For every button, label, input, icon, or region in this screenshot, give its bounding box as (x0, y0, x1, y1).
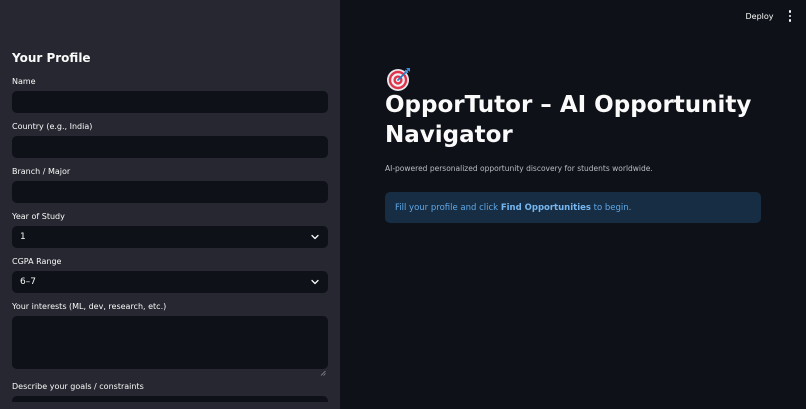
branch-input[interactable] (12, 181, 328, 203)
chevron-down-icon (310, 277, 320, 287)
info-alert: Fill your profile and click Find Opportu… (385, 192, 761, 223)
main-area: Deploy OpporTutor – AI Opportunity Navig… (340, 0, 806, 409)
info-bold: Find Opportunities (500, 202, 591, 213)
info-prefix: Fill your profile and click (395, 202, 501, 213)
field-interests: Your interests (ML, dev, research, etc.) (12, 301, 328, 376)
page-title-text: OpporTutor – AI Opportunity Navigator (385, 92, 752, 148)
resize-handle-icon[interactable] (320, 361, 326, 376)
sidebar: Your Profile Name Country (e.g., India) … (0, 0, 340, 409)
field-cgpa: CGPA Range 6–7 (12, 256, 328, 293)
field-goals: Describe your goals / constraints (12, 381, 328, 402)
field-branch: Branch / Major (12, 166, 328, 203)
field-year: Year of Study 1 (12, 211, 328, 248)
cgpa-label: CGPA Range (12, 257, 62, 266)
cgpa-select[interactable]: 6–7 (12, 271, 328, 293)
sidebar-title: Your Profile (12, 51, 91, 65)
topbar: Deploy (743, 0, 806, 32)
page-subtitle: AI-powered personalized opportunity disc… (385, 164, 653, 173)
chevron-down-icon (310, 232, 320, 242)
cgpa-select-value: 6–7 (20, 277, 36, 287)
main-content: OpporTutor – AI Opportunity Navigator AI… (385, 62, 761, 223)
year-label: Year of Study (12, 212, 65, 221)
branch-label: Branch / Major (12, 167, 71, 176)
more-menu-icon[interactable] (786, 8, 795, 24)
name-label: Name (12, 77, 36, 86)
field-country: Country (e.g., India) (12, 121, 328, 158)
app-root: Your Profile Name Country (e.g., India) … (0, 0, 806, 409)
field-name: Name (12, 76, 328, 113)
goals-textarea[interactable] (12, 396, 328, 402)
year-select-value: 1 (20, 232, 26, 242)
country-input[interactable] (12, 136, 328, 158)
page-title: OpporTutor – AI Opportunity Navigator (385, 62, 761, 150)
target-icon (385, 65, 413, 93)
goals-label: Describe your goals / constraints (12, 382, 144, 391)
interests-label: Your interests (ML, dev, research, etc.) (12, 302, 167, 311)
interests-textarea[interactable] (12, 316, 328, 369)
info-suffix: to begin. (590, 202, 632, 213)
interests-textarea-wrap (12, 316, 328, 376)
country-label: Country (e.g., India) (12, 122, 93, 131)
name-input[interactable] (12, 91, 328, 113)
deploy-button[interactable]: Deploy (743, 8, 775, 25)
year-select[interactable]: 1 (12, 226, 328, 248)
